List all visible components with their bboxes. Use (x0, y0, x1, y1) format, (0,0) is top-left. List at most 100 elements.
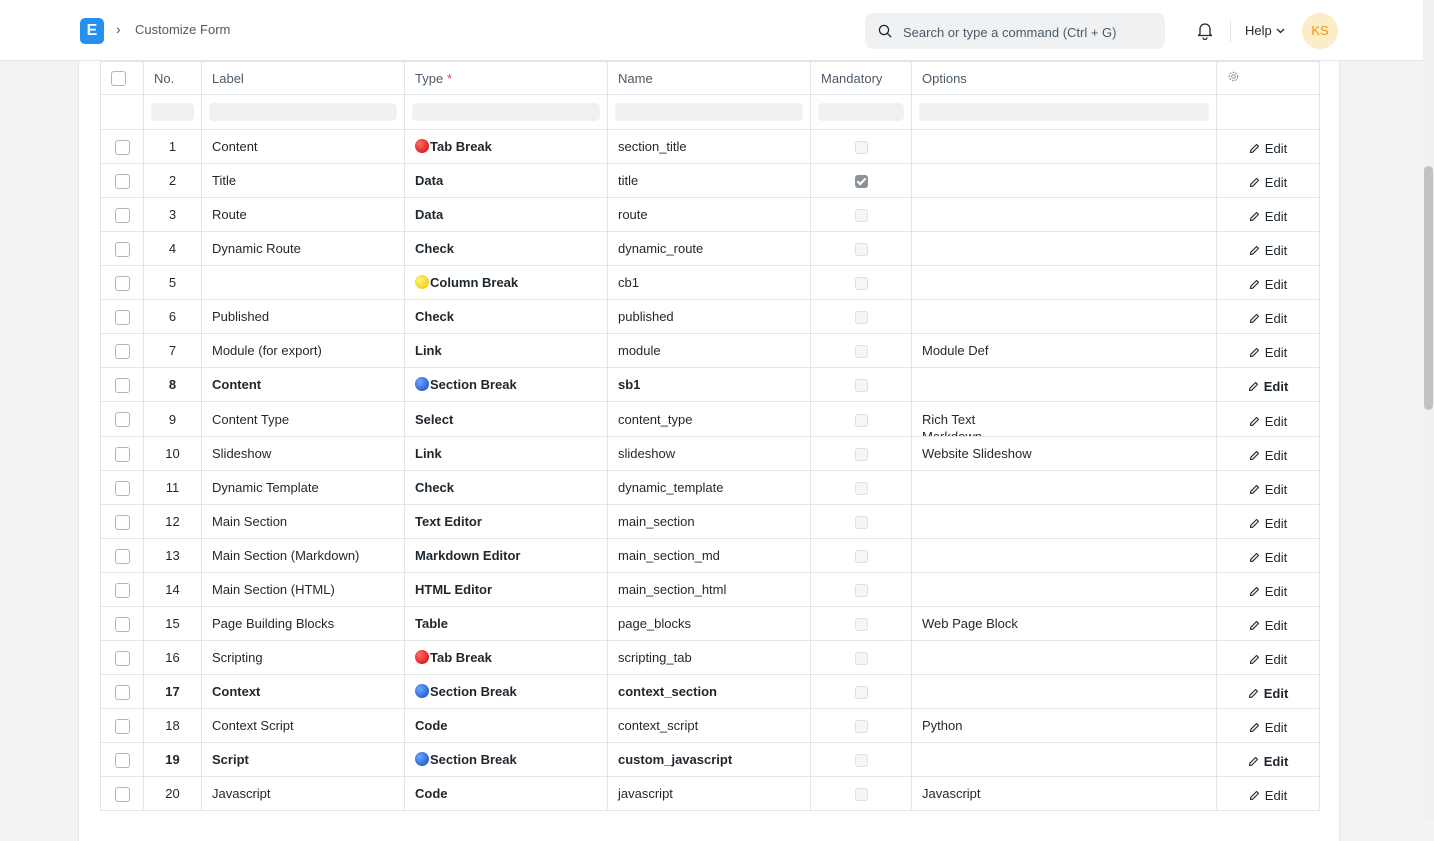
field-options-cell[interactable] (911, 265, 1217, 300)
field-options-cell[interactable] (911, 572, 1217, 607)
row-checkbox[interactable] (114, 684, 130, 700)
field-type-cell[interactable]: Column Break (404, 265, 608, 300)
table-row[interactable]: 4 Dynamic Route Check dynamic_route Edit (100, 231, 1320, 266)
edit-button[interactable]: Edit (1249, 414, 1287, 429)
field-name[interactable]: main_section_md (607, 538, 811, 573)
row-checkbox[interactable] (114, 616, 130, 632)
table-row[interactable]: 20 Javascript Code javascript Javascript Edit (100, 776, 1320, 811)
row-checkbox[interactable] (114, 309, 130, 325)
chevron-down-icon[interactable] (1276, 28, 1285, 34)
filter-options[interactable] (911, 94, 1217, 130)
field-label[interactable] (201, 265, 405, 300)
edit-button[interactable]: Edit (1249, 550, 1287, 565)
table-row[interactable]: 15 Page Building Blocks Table page_blocks We… (100, 606, 1320, 641)
field-name[interactable]: page_blocks (607, 606, 811, 641)
field-label[interactable]: Module (for export) (201, 333, 405, 368)
awesomebar-search[interactable] (865, 13, 1165, 49)
field-label[interactable]: Dynamic Route (201, 231, 405, 266)
field-label[interactable]: Main Section (Markdown) (201, 538, 405, 573)
edit-button[interactable]: Edit (1249, 516, 1287, 531)
notification-bell-icon[interactable] (1196, 21, 1214, 40)
table-row[interactable]: 6 Published Check published Edit (100, 299, 1320, 334)
edit-button[interactable]: Edit (1249, 209, 1287, 224)
edit-button[interactable]: Edit (1249, 788, 1287, 803)
field-type-cell[interactable]: Tab Break (404, 129, 608, 164)
field-type-cell[interactable]: Data (404, 197, 608, 232)
row-checkbox[interactable] (114, 480, 130, 496)
page-scrollbar-track[interactable] (1423, 0, 1434, 821)
field-label[interactable]: Javascript (201, 776, 405, 811)
field-options-cell[interactable]: Web Page Block (911, 606, 1217, 641)
table-row[interactable]: 9 Content Type Select content_type Rich Text… (100, 401, 1320, 437)
field-type-cell[interactable]: Tab Break (404, 640, 608, 675)
edit-button[interactable]: Edit (1248, 686, 1288, 701)
field-label[interactable]: Content Type (201, 401, 405, 437)
field-label[interactable]: Page Building Blocks (201, 606, 405, 641)
edit-button[interactable]: Edit (1249, 584, 1287, 599)
field-type-cell[interactable]: Check (404, 299, 608, 334)
field-options-cell[interactable]: Javascript (911, 776, 1217, 811)
field-name[interactable]: content_type (607, 401, 811, 437)
field-type-cell[interactable]: Check (404, 470, 608, 505)
field-options-cell[interactable] (911, 504, 1217, 539)
row-checkbox[interactable] (114, 275, 130, 291)
field-label[interactable]: Main Section (HTML) (201, 572, 405, 607)
edit-button[interactable]: Edit (1249, 345, 1287, 360)
breadcrumb-customize-form[interactable]: Customize Form (135, 22, 230, 37)
row-checkbox[interactable] (114, 241, 130, 257)
app-logo[interactable]: E (80, 18, 104, 44)
field-options-cell[interactable] (911, 197, 1217, 232)
field-options-cell[interactable] (911, 742, 1217, 777)
field-label[interactable]: Context Script (201, 708, 405, 743)
field-label[interactable]: Route (201, 197, 405, 232)
field-name[interactable]: javascript (607, 776, 811, 811)
field-name[interactable]: dynamic_route (607, 231, 811, 266)
search-input[interactable] (901, 21, 1155, 43)
field-name[interactable]: module (607, 333, 811, 368)
table-row[interactable]: 14 Main Section (HTML) HTML Editor main_sec… (100, 572, 1320, 607)
filter-label[interactable] (201, 94, 405, 130)
field-options-cell[interactable] (911, 640, 1217, 675)
edit-button[interactable]: Edit (1249, 277, 1287, 292)
field-type-cell[interactable]: Select (404, 401, 608, 437)
field-name[interactable]: cb1 (607, 265, 811, 300)
field-options-cell[interactable] (911, 367, 1217, 402)
field-options-cell[interactable]: Website Slideshow (911, 436, 1217, 471)
field-name[interactable]: scripting_tab (607, 640, 811, 675)
row-checkbox[interactable] (114, 446, 130, 462)
field-label[interactable]: Dynamic Template (201, 470, 405, 505)
filter-no[interactable] (143, 94, 202, 130)
field-type-cell[interactable]: Code (404, 776, 608, 811)
field-type-cell[interactable]: Link (404, 333, 608, 368)
field-type-cell[interactable]: Section Break (404, 367, 608, 402)
field-type-cell[interactable]: Check (404, 231, 608, 266)
field-options-cell[interactable] (911, 674, 1217, 709)
row-checkbox[interactable] (114, 173, 130, 189)
row-checkbox[interactable] (114, 548, 130, 564)
edit-button[interactable]: Edit (1248, 754, 1288, 769)
edit-button[interactable]: Edit (1249, 448, 1287, 463)
table-row[interactable]: 3 Route Data route Edit (100, 197, 1320, 232)
field-options-cell[interactable] (911, 231, 1217, 266)
table-row[interactable]: 16 Scripting Tab Break scripting_tab Edit (100, 640, 1320, 675)
table-row[interactable]: 19 Script Section Break custom_javascript Ed… (100, 742, 1320, 777)
row-checkbox[interactable] (114, 786, 130, 802)
field-options-cell[interactable]: Python (911, 708, 1217, 743)
field-name[interactable]: section_title (607, 129, 811, 164)
field-label[interactable]: Main Section (201, 504, 405, 539)
user-avatar[interactable]: KS (1302, 13, 1338, 49)
field-options-cell[interactable] (911, 470, 1217, 505)
filter-type[interactable] (404, 94, 608, 130)
edit-button[interactable]: Edit (1249, 652, 1287, 667)
row-checkbox[interactable] (114, 412, 130, 428)
field-label[interactable]: Context (201, 674, 405, 709)
edit-button[interactable]: Edit (1248, 379, 1288, 394)
row-checkbox[interactable] (114, 514, 130, 530)
row-checkbox[interactable] (114, 207, 130, 223)
row-checkbox[interactable] (114, 139, 130, 155)
field-type-cell[interactable]: Section Break (404, 742, 608, 777)
field-name[interactable]: custom_javascript (607, 742, 811, 777)
field-type-cell[interactable]: Code (404, 708, 608, 743)
page-scrollbar-thumb[interactable] (1424, 166, 1433, 410)
field-label[interactable]: Title (201, 163, 405, 198)
